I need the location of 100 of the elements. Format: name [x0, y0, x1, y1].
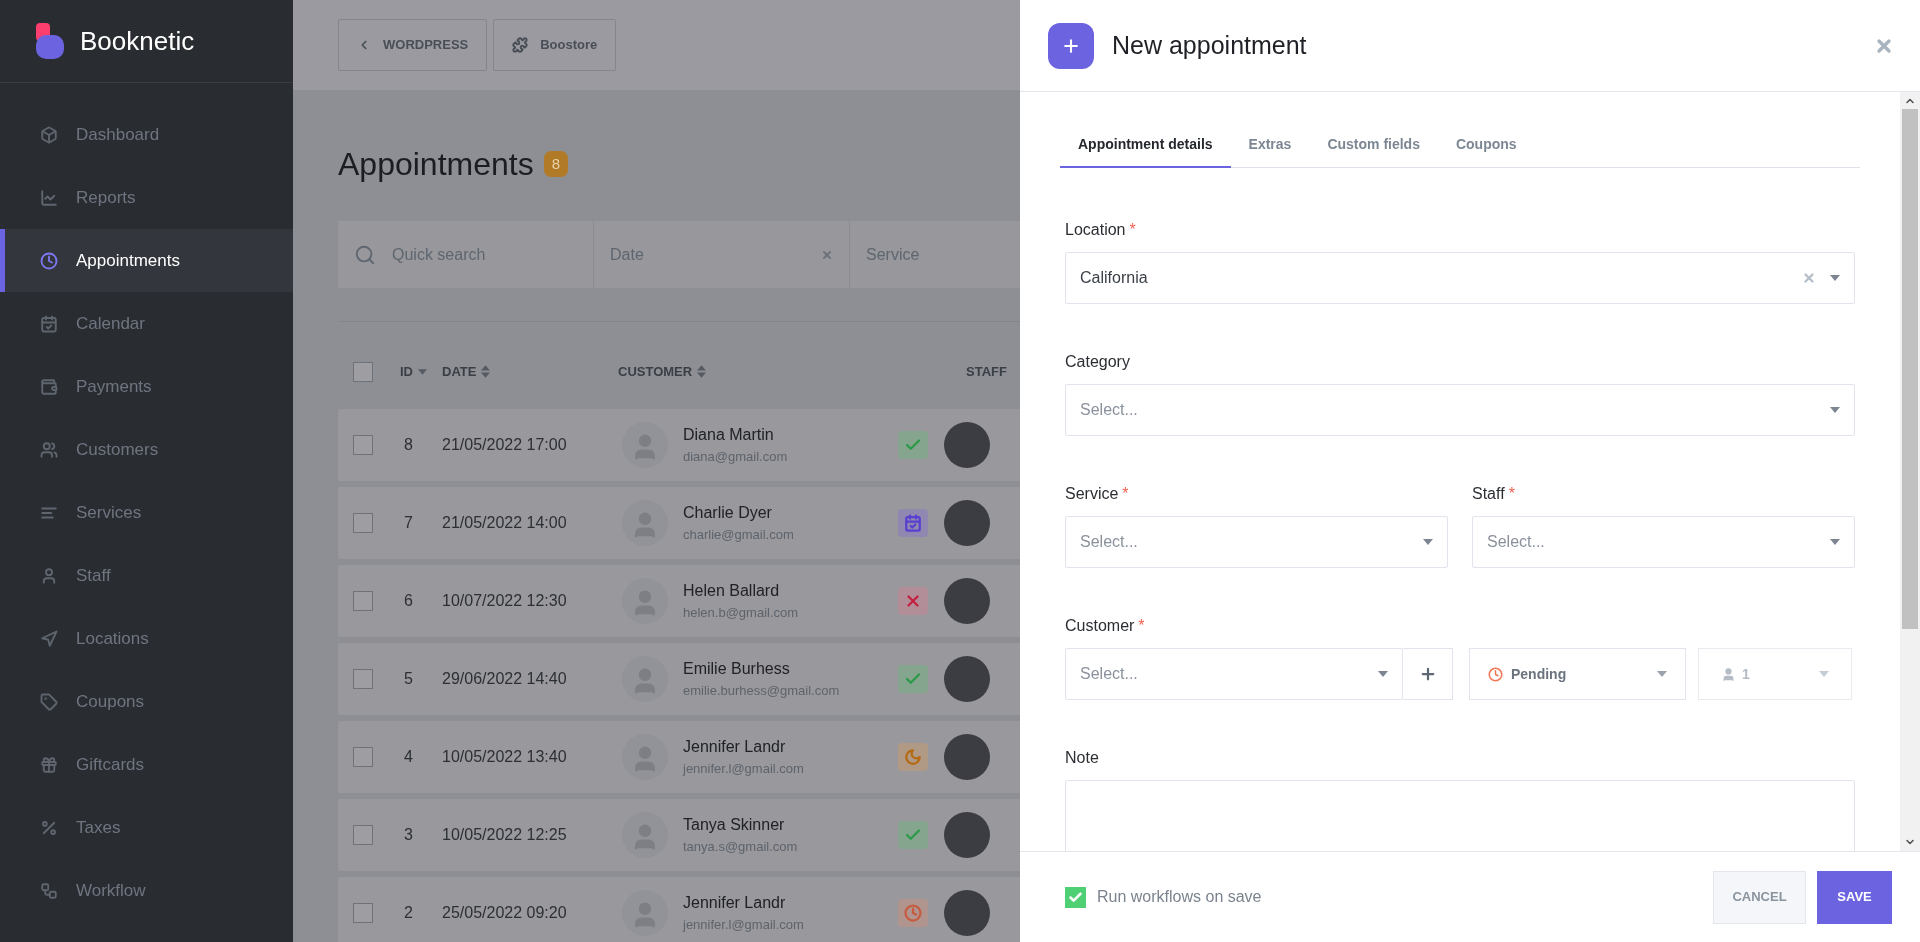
- check-icon: [898, 821, 928, 849]
- status-select[interactable]: Pending: [1469, 648, 1686, 700]
- sidebar-item[interactable]: Workflow: [0, 859, 293, 922]
- table-row[interactable]: 6 10/07/2022 12:30 Helen Ballard helen.b@gmail.com: [338, 565, 1020, 637]
- caret-icon: [1657, 671, 1667, 677]
- clear-icon[interactable]: [1802, 271, 1816, 285]
- field-label: Category: [1065, 352, 1130, 372]
- table-row[interactable]: 5 29/06/2022 14:40 Emilie Burhess emilie.burhess@gmail.com: [338, 643, 1020, 715]
- logo-icon: [36, 23, 64, 59]
- caret-icon: [1830, 539, 1840, 545]
- select-all-checkbox[interactable]: [353, 361, 373, 382]
- table-row[interactable]: 7 21/05/2022 14:00 Charlie Dyer charlie@gmail.com: [338, 487, 1020, 559]
- field-label: Location: [1065, 220, 1126, 240]
- sidebar-item[interactable]: Payments: [0, 355, 293, 418]
- row-checkbox[interactable]: [353, 903, 373, 923]
- save-button[interactable]: SAVE: [1817, 870, 1892, 924]
- sort-icon: [697, 365, 707, 378]
- sidebar-item[interactable]: Reports: [0, 166, 293, 229]
- tab[interactable]: Appointment details: [1060, 122, 1231, 168]
- percent-icon: [40, 818, 58, 837]
- count-badge: 8: [543, 150, 568, 178]
- clear-icon[interactable]: [821, 248, 833, 261]
- select-field[interactable]: Select...: [1065, 516, 1448, 568]
- table-cell-text: 3: [404, 825, 414, 845]
- tab[interactable]: Custom fields: [1309, 122, 1438, 168]
- customer-name: Helen Ballard: [683, 581, 781, 602]
- column-header[interactable]: STAFF: [966, 361, 1020, 382]
- check-icon: [1068, 889, 1083, 905]
- table-cell-text: 10/05/2022 12:25: [442, 825, 568, 845]
- sidebar-item[interactable]: Calendar: [0, 292, 293, 355]
- cancel-button[interactable]: CANCEL: [1713, 870, 1806, 924]
- table-cell-text: 10/05/2022 13:40: [442, 747, 568, 767]
- sidebar-item[interactable]: Customers: [0, 418, 293, 481]
- customer-name: Charlie Dyer: [683, 503, 773, 524]
- table-cell-text: 4: [404, 747, 414, 767]
- field-label: Service: [1065, 484, 1119, 504]
- table-cell-text: 25/05/2022 09:20: [442, 903, 568, 923]
- page-title: Appointments: [338, 145, 534, 184]
- person-icon: [1721, 666, 1736, 682]
- row-checkbox[interactable]: [353, 591, 373, 611]
- row-checkbox[interactable]: [353, 513, 373, 533]
- sidebar-item[interactable]: Appointments: [0, 229, 293, 292]
- flow-icon: [40, 881, 58, 900]
- column-header[interactable]: DATE: [442, 361, 618, 382]
- sidebar-item[interactable]: Giftcards: [0, 733, 293, 796]
- column-header[interactable]: ID: [400, 361, 442, 382]
- table-row[interactable]: 3 10/05/2022 12:25 Tanya Skinner tanya.s@gmail.com: [338, 799, 1020, 871]
- select-field[interactable]: Select...: [1065, 384, 1855, 436]
- required-mark: *: [1122, 484, 1129, 504]
- tab[interactable]: Coupons: [1437, 122, 1535, 168]
- date-field[interactable]: Date: [594, 221, 850, 288]
- sidebar-item[interactable]: Staff: [0, 544, 293, 607]
- avatar-icon: [622, 578, 668, 624]
- select-field[interactable]: Select...: [1472, 516, 1855, 568]
- sidebar-item[interactable]: Dashboard: [0, 103, 293, 166]
- customer-email: emilie.burhess@gmail.com: [683, 682, 841, 701]
- sidebar-item[interactable]: Services: [0, 481, 293, 544]
- customer-email: tanya.s@gmail.com: [683, 838, 799, 857]
- column-header[interactable]: CUSTOMER: [618, 361, 966, 382]
- row-checkbox[interactable]: [353, 747, 373, 767]
- photo-placeholder: [944, 656, 990, 702]
- customer-name: Tanya Skinner: [683, 815, 786, 836]
- caret-icon: [1830, 407, 1840, 413]
- row-checkbox[interactable]: [353, 669, 373, 689]
- table-row[interactable]: 4 10/05/2022 13:40 Jennifer Landr jennifer.l@gmail.com: [338, 721, 1020, 793]
- row-checkbox[interactable]: [353, 435, 373, 455]
- avatar-icon: [622, 734, 668, 780]
- count-select[interactable]: 1: [1698, 648, 1852, 700]
- avatar-icon: [622, 812, 668, 858]
- moon-icon: [898, 743, 928, 771]
- tab[interactable]: Extras: [1230, 122, 1310, 168]
- select-field[interactable]: California: [1065, 252, 1855, 304]
- row-checkbox[interactable]: [353, 825, 373, 845]
- back-button[interactable]: WORDPRESS: [338, 19, 488, 71]
- table-cell-text: 5: [404, 669, 414, 689]
- puzzle-icon: [512, 37, 529, 53]
- customer-name: Emilie Burhess: [683, 659, 791, 680]
- table-cell-text: 21/05/2022 14:00: [442, 513, 568, 533]
- sort-icon: [418, 368, 427, 375]
- customer-email: helen.b@gmail.com: [683, 604, 800, 623]
- calendar-icon: [40, 314, 58, 333]
- sidebar-item[interactable]: Locations: [0, 607, 293, 670]
- add-customer-button[interactable]: [1403, 648, 1453, 700]
- cross-icon: [898, 587, 928, 615]
- cube-icon: [40, 125, 58, 144]
- arrow-icon: [40, 629, 58, 648]
- store-button[interactable]: Boostore: [493, 19, 617, 71]
- avatar-icon: [622, 890, 668, 936]
- table-row[interactable]: 8 21/05/2022 17:00 Diana Martin diana@gmail.com: [338, 409, 1020, 481]
- photo-placeholder: [944, 890, 990, 936]
- clock-icon: [898, 899, 928, 927]
- workflow-checkbox[interactable]: [1065, 886, 1086, 908]
- search-field[interactable]: Quick search: [338, 221, 594, 288]
- scrollbar[interactable]: [1900, 92, 1920, 851]
- sidebar-item[interactable]: Taxes: [0, 796, 293, 859]
- table-row[interactable]: 2 25/05/2022 09:20 Jennifer Landr jennifer.l@gmail.com: [338, 877, 1020, 942]
- gift-icon: [40, 755, 58, 774]
- photo-placeholder: [944, 422, 990, 468]
- select-field[interactable]: Select...: [1065, 648, 1403, 700]
- sidebar-item[interactable]: Coupons: [0, 670, 293, 733]
